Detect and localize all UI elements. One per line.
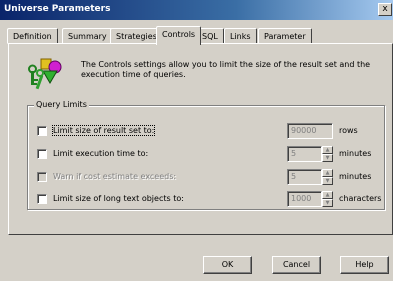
limit-result-set-row: Limit size of result set to: 90000 rows [37, 123, 387, 139]
warn-cost-estimate-row: Warn if cost estimate exceeds: 5 ▲ ▼ min… [37, 169, 387, 185]
controls-shapes-icon [27, 57, 67, 93]
close-icon[interactable]: x [378, 3, 392, 16]
limit-result-set-checkbox[interactable] [37, 126, 47, 136]
execution-time-field[interactable]: 5 [287, 146, 322, 162]
universe-parameters-dialog: Universe Parameters x Definition Summary… [0, 0, 393, 281]
long-text-spinner[interactable]: ▲ ▼ [322, 191, 333, 207]
execution-minutes-unit-label: minutes [339, 149, 372, 158]
execution-time-spinner[interactable]: ▲ ▼ [322, 146, 333, 162]
cost-estimate-field: 5 [287, 169, 322, 185]
spin-up-icon: ▲ [322, 169, 333, 177]
result-set-rows-field[interactable]: 90000 [287, 123, 333, 139]
spin-up-icon[interactable]: ▲ [322, 146, 333, 154]
spin-down-icon[interactable]: ▼ [322, 154, 333, 162]
characters-unit-label: characters [339, 194, 382, 203]
cancel-button[interactable]: Cancel [272, 256, 321, 274]
help-button[interactable]: Help [340, 256, 389, 274]
query-limits-label: Query Limits [34, 100, 89, 109]
tab-definition[interactable]: Definition [7, 28, 58, 44]
limit-execution-time-checkbox[interactable] [37, 149, 47, 159]
long-text-size-field[interactable]: 1000 [287, 191, 322, 207]
controls-description: The Controls settings allow you to limit… [81, 60, 371, 79]
warn-cost-estimate-label: Warn if cost estimate exceeds: [53, 172, 177, 181]
limit-execution-time-row: Limit execution time to: 5 ▲ ▼ minutes [37, 146, 387, 162]
title-bar[interactable]: Universe Parameters x [0, 0, 393, 20]
tab-links[interactable]: Links [224, 28, 257, 44]
limit-execution-time-label[interactable]: Limit execution time to: [53, 149, 148, 158]
cost-estimate-spinner: ▲ ▼ [322, 169, 333, 185]
tab-summary[interactable]: Summary [62, 28, 113, 44]
warn-cost-estimate-checkbox[interactable] [37, 172, 47, 182]
tab-strategies[interactable]: Strategies [110, 28, 163, 44]
ok-button[interactable]: OK [203, 256, 252, 274]
limit-long-text-label[interactable]: Limit size of long text objects to: [53, 194, 184, 203]
limit-long-text-row: Limit size of long text objects to: 1000… [37, 191, 387, 207]
limit-result-set-label[interactable]: Limit size of result set to: [51, 125, 156, 136]
tab-controls[interactable]: Controls [156, 26, 202, 45]
tab-parameter[interactable]: Parameter [258, 28, 312, 44]
spin-down-icon: ▼ [322, 177, 333, 185]
spin-up-icon[interactable]: ▲ [322, 191, 333, 199]
rows-unit-label: rows [339, 126, 358, 135]
cost-minutes-unit-label: minutes [339, 172, 372, 181]
spin-down-icon[interactable]: ▼ [322, 199, 333, 207]
window-title: Universe Parameters [4, 4, 111, 14]
limit-long-text-checkbox[interactable] [37, 194, 47, 204]
